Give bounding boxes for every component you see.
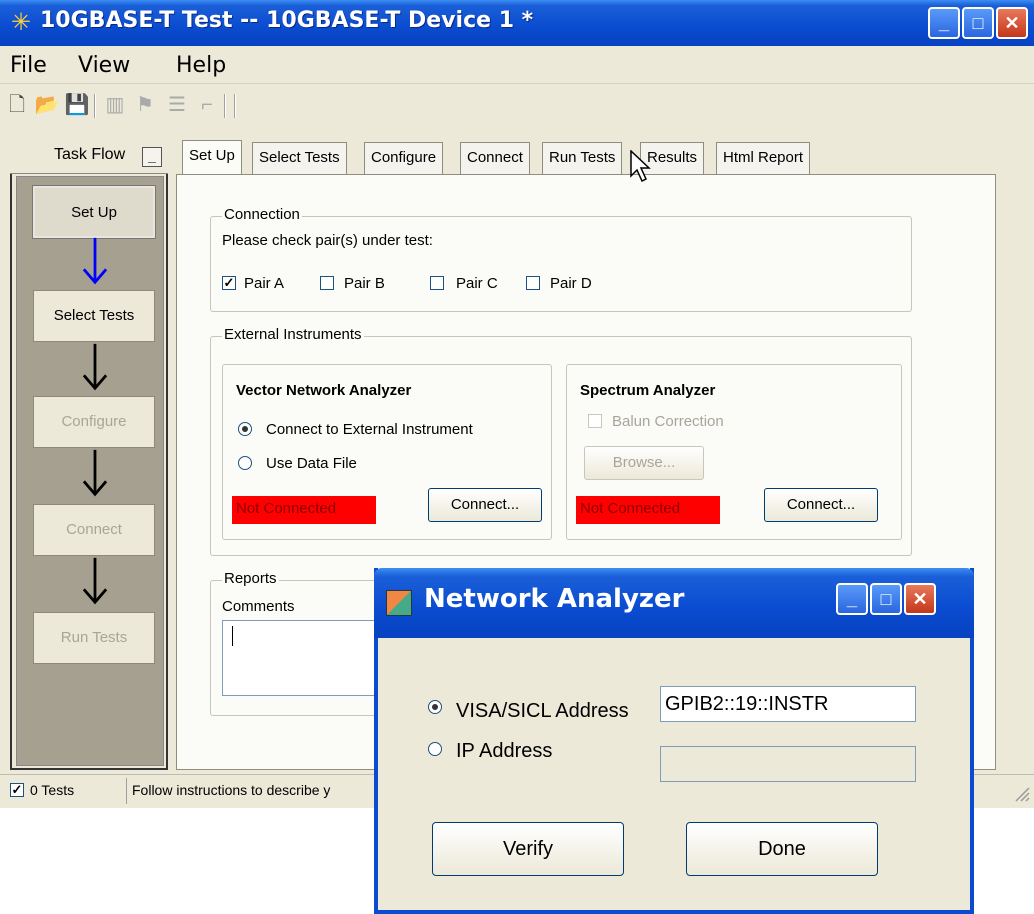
connection-group xyxy=(210,216,912,312)
balun-correction-label: Balun Correction xyxy=(612,413,724,430)
comments-label: Comments xyxy=(222,598,295,615)
connection-prompt: Please check pair(s) under test: xyxy=(222,232,433,249)
done-button[interactable]: Done xyxy=(686,822,878,876)
bracket-icon[interactable]: ⌐ xyxy=(194,92,220,118)
dialog-title: Network Analyzer xyxy=(424,584,685,614)
maximize-button[interactable]: □ xyxy=(962,7,994,39)
pair-b-checkbox[interactable] xyxy=(320,276,334,290)
comments-textarea[interactable] xyxy=(222,620,392,696)
save-icon[interactable]: 💾 xyxy=(64,92,90,118)
ip-address-radio[interactable] xyxy=(428,742,442,756)
tab-configure[interactable]: Configure xyxy=(364,142,444,174)
verify-button[interactable]: Verify xyxy=(432,822,624,876)
app-icon: ✳ xyxy=(10,9,32,36)
tab-select-tests[interactable]: Select Tests xyxy=(252,142,347,174)
step-setup-button[interactable]: Set Up xyxy=(32,185,156,239)
toolbar-separator xyxy=(224,94,226,118)
menu-bar xyxy=(0,48,1034,84)
minimize-button[interactable]: _ xyxy=(928,7,960,39)
step-run-tests-button[interactable]: Run Tests xyxy=(33,612,155,664)
vna-title: Vector Network Analyzer xyxy=(236,382,412,399)
arrow-down-icon xyxy=(82,557,108,605)
vna-connect-button[interactable]: Connect... xyxy=(428,488,542,522)
pair-a-checkbox[interactable]: ✓ xyxy=(222,276,236,290)
vna-connect-external-radio[interactable] xyxy=(238,422,252,436)
text-caret xyxy=(232,626,233,646)
browse-button[interactable]: Browse... xyxy=(584,446,704,480)
menu-help[interactable]: Help xyxy=(176,53,226,78)
visa-address-label: VISA/SICL Address xyxy=(456,700,629,722)
vna-use-data-file-label: Use Data File xyxy=(266,455,357,472)
task-flow-minimize-button[interactable]: _ xyxy=(142,147,162,167)
reports-legend: Reports xyxy=(222,570,279,587)
dialog-maximize-button[interactable]: □ xyxy=(870,583,902,615)
balun-correction-checkbox[interactable] xyxy=(588,414,602,428)
menu-view[interactable]: View xyxy=(78,53,130,78)
flag-icon[interactable]: ⚑ xyxy=(132,92,158,118)
visa-address-radio[interactable] xyxy=(428,700,442,714)
vna-use-data-file-radio[interactable] xyxy=(238,456,252,470)
pair-c-label: Pair C xyxy=(456,275,498,292)
chart-icon[interactable]: ▥ xyxy=(102,92,128,118)
pair-b-label: Pair B xyxy=(344,275,385,292)
tab-run-tests[interactable]: Run Tests xyxy=(542,142,623,174)
spectrum-connect-button[interactable]: Connect... xyxy=(764,488,878,522)
tests-count: 0 Tests xyxy=(30,782,75,798)
arrow-down-icon xyxy=(82,449,108,497)
step-configure-button[interactable]: Configure xyxy=(33,396,155,448)
visa-address-input[interactable]: GPIB2::19::INSTR xyxy=(660,686,916,722)
step-connect-button[interactable]: Connect xyxy=(33,504,155,556)
spectrum-status-badge: Not Connected xyxy=(576,496,720,524)
dialog-minimize-button[interactable]: _ xyxy=(836,583,868,615)
menu-file[interactable]: File xyxy=(10,53,47,78)
toolbar-separator xyxy=(94,94,96,118)
arrow-down-icon xyxy=(82,343,108,391)
resize-grip-icon[interactable] xyxy=(1012,784,1030,802)
mouse-cursor-icon xyxy=(630,150,651,183)
connection-legend: Connection xyxy=(222,206,302,223)
status-message: Follow instructions to describe y xyxy=(132,782,331,798)
pair-d-label: Pair D xyxy=(550,275,592,292)
window-title: 10GBASE-T Test -- 10GBASE-T Device 1 * xyxy=(40,8,534,33)
toolbar-separator xyxy=(234,94,236,118)
step-select-tests-button[interactable]: Select Tests xyxy=(33,290,155,342)
close-button[interactable]: ✕ xyxy=(996,7,1028,39)
pair-a-label: Pair A xyxy=(244,275,285,292)
ip-address-input[interactable] xyxy=(660,746,916,782)
ip-address-label: IP Address xyxy=(456,740,553,762)
status-separator xyxy=(126,778,127,804)
external-instruments-legend: External Instruments xyxy=(222,326,364,343)
tests-checkbox[interactable]: ✓ xyxy=(10,783,24,797)
vna-status-badge: Not Connected xyxy=(232,496,376,524)
list-icon[interactable]: ☰ xyxy=(164,92,190,118)
pair-c-checkbox[interactable] xyxy=(430,276,444,290)
open-folder-icon[interactable]: 📂 xyxy=(34,92,60,118)
task-flow-title: Task Flow xyxy=(54,146,126,163)
pair-d-checkbox[interactable] xyxy=(526,276,540,290)
arrow-down-icon xyxy=(82,237,108,285)
tab-connect[interactable]: Connect xyxy=(460,142,530,174)
tab-html-report[interactable]: Html Report xyxy=(716,142,811,174)
tab-set-up[interactable]: Set Up xyxy=(182,140,242,174)
spectrum-title: Spectrum Analyzer xyxy=(580,382,716,399)
dialog-app-icon xyxy=(386,590,412,616)
vna-connect-external-label: Connect to External Instrument xyxy=(266,421,473,438)
new-file-icon[interactable]: 🗋 xyxy=(4,92,30,118)
dialog-close-button[interactable]: ✕ xyxy=(904,583,936,615)
